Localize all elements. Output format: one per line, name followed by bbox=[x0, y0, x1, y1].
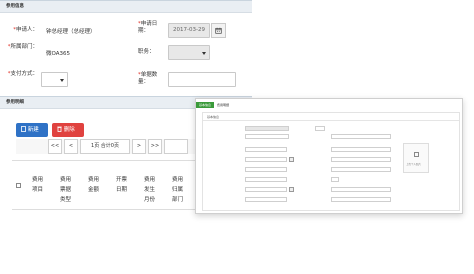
column-header: 费用发生月份 bbox=[144, 177, 156, 203]
dialog-field[interactable] bbox=[331, 197, 391, 202]
applicant-value: 钟总经理（总经理） bbox=[46, 29, 96, 35]
column-header: 费用票据类型 bbox=[60, 177, 72, 203]
dialog-body: 基本信息 上传个人照片 bbox=[202, 112, 460, 211]
dialog-field[interactable] bbox=[245, 197, 287, 202]
pager-last-button[interactable]: >> bbox=[148, 139, 162, 154]
chevron-down-icon bbox=[60, 79, 64, 82]
dialog-field[interactable] bbox=[331, 177, 339, 182]
receipt-count-label: *单据数量： bbox=[138, 72, 158, 85]
pager-prev-button[interactable]: < bbox=[64, 139, 78, 154]
pager-info: 1页 合计0页 bbox=[80, 139, 130, 154]
select-all-checkbox[interactable] bbox=[16, 183, 21, 188]
photo-upload-box[interactable]: 上传个人照片 bbox=[403, 143, 429, 173]
dialog-field[interactable] bbox=[245, 134, 289, 139]
dialog-field[interactable] bbox=[331, 134, 391, 139]
delete-button[interactable]: 删除 bbox=[52, 123, 84, 137]
expense-detail-dialog: 基本信息 费用明细 基本信息 上传个人照片 bbox=[195, 98, 463, 214]
new-button-label: 新建 bbox=[27, 127, 39, 133]
receipt-count-input[interactable] bbox=[168, 72, 236, 87]
dialog-field[interactable] bbox=[245, 187, 287, 192]
dialog-tab-basic[interactable]: 基本信息 bbox=[196, 102, 215, 108]
dialog-field[interactable] bbox=[331, 187, 391, 192]
dialog-field[interactable] bbox=[245, 147, 287, 152]
trash-icon bbox=[57, 126, 62, 132]
chevron-down-icon bbox=[202, 52, 206, 55]
column-header: 费用项目 bbox=[32, 177, 44, 193]
pager-first-button[interactable]: << bbox=[48, 139, 62, 154]
divider bbox=[203, 120, 459, 121]
dialog-field[interactable] bbox=[331, 157, 391, 162]
dialog-field[interactable] bbox=[331, 167, 391, 172]
position-select[interactable] bbox=[168, 45, 210, 60]
pager-page-input[interactable] bbox=[164, 139, 188, 154]
department-label: *所属部门： bbox=[7, 44, 38, 50]
new-button[interactable]: 新建 bbox=[16, 123, 48, 137]
applicant-label: *申请人： bbox=[13, 27, 38, 33]
apply-date-label: *申请日期： bbox=[138, 21, 158, 34]
image-icon bbox=[414, 152, 419, 157]
pager-next-button[interactable]: > bbox=[132, 139, 146, 154]
section-header-basic-info: 参用信息 bbox=[0, 0, 252, 13]
column-header: 开票日期 bbox=[116, 177, 128, 193]
position-label: 职务： bbox=[138, 49, 155, 55]
delete-button-label: 删除 bbox=[63, 127, 75, 133]
dialog-field[interactable] bbox=[245, 126, 289, 131]
dialog-field[interactable] bbox=[245, 167, 287, 172]
payment-label: *支付方式： bbox=[7, 71, 38, 77]
dialog-tab-detail[interactable]: 费用明细 bbox=[214, 102, 232, 108]
calendar-icon[interactable] bbox=[289, 157, 294, 162]
calendar-icon[interactable] bbox=[289, 187, 294, 192]
dialog-field[interactable] bbox=[245, 157, 287, 162]
department-value: 微OA365 bbox=[46, 51, 70, 57]
calendar-button[interactable] bbox=[211, 23, 226, 38]
photo-upload-label: 上传个人照片 bbox=[406, 163, 422, 166]
calendar-icon bbox=[215, 27, 222, 34]
document-plus-icon bbox=[21, 126, 26, 132]
column-header: 费用归属部门 bbox=[172, 177, 184, 203]
dialog-field[interactable] bbox=[245, 177, 287, 182]
apply-date-input[interactable]: 2017-03-29 bbox=[168, 23, 210, 38]
payment-method-select[interactable] bbox=[41, 72, 68, 87]
dialog-field[interactable] bbox=[315, 126, 325, 131]
dialog-subtab: 基本信息 bbox=[207, 115, 220, 119]
dialog-field[interactable] bbox=[331, 147, 391, 152]
column-header: 费用金额 bbox=[88, 177, 100, 193]
